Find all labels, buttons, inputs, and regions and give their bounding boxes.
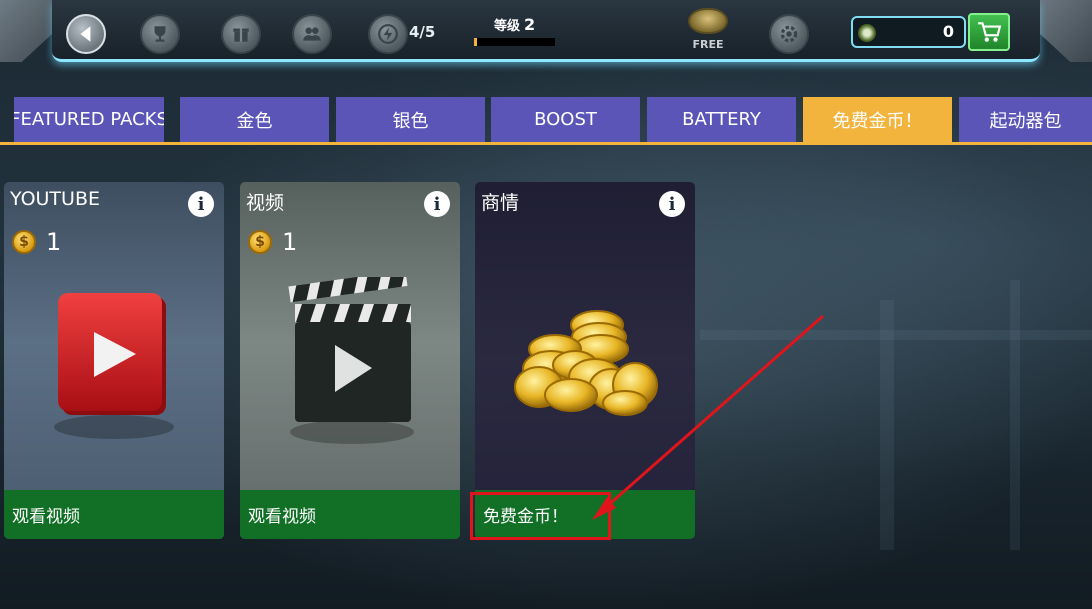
currency-value: 0	[942, 22, 954, 41]
coin-icon: $	[248, 230, 272, 254]
tab-silver[interactable]: 银色	[336, 97, 485, 142]
free-coins-button[interactable]: FREE	[684, 8, 732, 54]
tab-gold[interactable]: 金色	[180, 97, 329, 142]
tab-battery[interactable]: BATTERY	[647, 97, 796, 142]
gem-currency-icon	[858, 24, 876, 42]
currency-display: 0	[851, 16, 966, 48]
back-arrow-icon	[80, 26, 91, 42]
card-title: YOUTUBE	[10, 188, 100, 210]
background-beam	[1010, 280, 1020, 550]
level-label: 等级	[494, 19, 521, 34]
top-bar: 4/5 等级 2 FREE 0	[0, 0, 1092, 70]
annotation-highlight-box	[470, 492, 611, 540]
info-icon[interactable]: i	[424, 191, 450, 217]
free-coins-icon	[688, 8, 728, 34]
gold-coins-pile	[514, 310, 658, 416]
tab-starter-pack[interactable]: 起动器包	[959, 97, 1092, 142]
video-offer-card[interactable]: 视频 i $ 1 观看视频	[240, 182, 460, 539]
price-value: 1	[46, 228, 62, 256]
info-icon[interactable]: i	[188, 191, 214, 217]
tab-boost[interactable]: BOOST	[491, 97, 640, 142]
energy-bolt-icon	[378, 24, 398, 44]
price-value: 1	[282, 228, 298, 256]
deal-offer-card[interactable]: 商情 i 免费金币！	[475, 182, 695, 539]
price-row: $ 1	[12, 228, 61, 256]
trophy-button[interactable]	[140, 14, 180, 54]
team-button[interactable]	[292, 14, 332, 54]
tab-featured-packs[interactable]: FEATURED PACKS	[14, 97, 164, 142]
card-title: 视频	[246, 192, 285, 214]
shop-cart-button[interactable]	[968, 13, 1010, 51]
price-row: $ 1	[248, 228, 297, 256]
level-value: 2	[524, 15, 536, 34]
energy-button[interactable]	[368, 14, 408, 54]
gear-icon	[780, 25, 798, 43]
back-button[interactable]	[66, 14, 106, 54]
settings-button[interactable]	[769, 14, 809, 54]
clapperboard-icon	[288, 277, 414, 444]
level-progress-bar	[474, 38, 555, 46]
trophy-icon	[154, 26, 166, 42]
level-indicator: 等级 2	[494, 15, 535, 34]
coin-icon: $	[12, 230, 36, 254]
info-icon[interactable]: i	[659, 191, 685, 217]
tab-free-coins[interactable]: 免费金币！	[803, 97, 952, 142]
gift-icon	[233, 28, 249, 42]
youtube-play-icon	[54, 293, 174, 439]
free-label: FREE	[692, 38, 724, 51]
background-beam	[700, 330, 1092, 340]
team-icon	[303, 27, 321, 41]
youtube-offer-card[interactable]: YOUTUBE i $ 1 观看视频	[4, 182, 224, 539]
card-title: 商情	[481, 192, 520, 214]
store-tabs: FEATURED PACKS 金色 银色 BOOST BATTERY 免费金币！…	[0, 97, 1092, 143]
watch-video-button[interactable]: 观看视频	[240, 490, 460, 539]
tab-underline	[0, 142, 1092, 145]
gift-button[interactable]	[221, 14, 261, 54]
shopping-cart-icon	[978, 22, 1002, 42]
watch-video-button[interactable]: 观看视频	[4, 490, 224, 539]
energy-count: 4/5	[409, 23, 436, 41]
